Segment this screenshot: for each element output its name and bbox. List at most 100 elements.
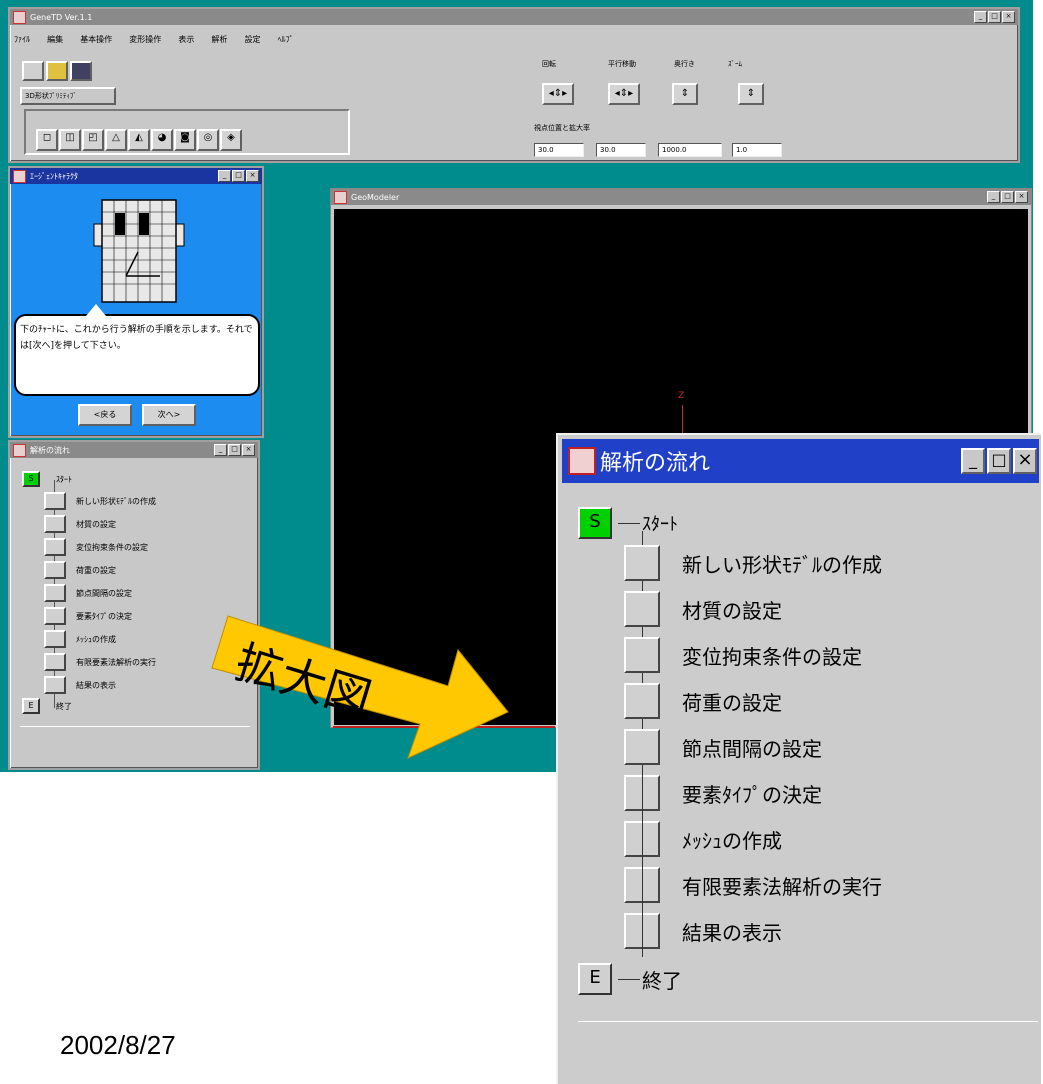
end-connector xyxy=(618,978,640,980)
maximize-icon[interactable]: □ xyxy=(228,444,241,456)
viewpoint-x-field[interactable]: 30.0 xyxy=(534,143,584,157)
viewpoint-dist-field[interactable]: 1000.0 xyxy=(658,143,722,157)
menu-transform-ops[interactable]: 変形操作 xyxy=(129,35,161,44)
cone-icon[interactable]: △ xyxy=(105,129,127,151)
agent-window-title: ｴｰｼﾞｪﾝﾄｷｬﾗｸﾀ xyxy=(30,171,78,181)
minimize-icon[interactable]: _ xyxy=(961,448,985,474)
main-window-title: GeneTD Ver.1.1 xyxy=(30,12,93,22)
menu-settings[interactable]: 設定 xyxy=(245,35,261,44)
zoom-label: ｽﾞｰﾑ xyxy=(728,60,742,68)
end-button[interactable]: E xyxy=(578,963,612,995)
app-icon xyxy=(13,443,26,457)
viewpoint-label: 視点位置と拡大率 xyxy=(534,124,590,132)
primitive-toolbar: ◻ ◫ ◰ △ ◭ ◕ ◙ ◎ ◈ xyxy=(36,125,243,151)
agent-message: 下のﾁｬｰﾄに、これから行う解析の手順を示します。それでは[次へ]を押して下さい… xyxy=(20,325,253,351)
step-label: 新しい形状ﾓﾃﾞﾙの作成 xyxy=(682,552,882,577)
tab-3d-primitive[interactable]: 3D形状ﾌﾟﾘﾐﾃｨﾌﾞ xyxy=(20,87,116,105)
zoom-rate-field[interactable]: 1.0 xyxy=(732,143,782,157)
depth-label: 奥行き xyxy=(674,60,695,68)
step-button[interactable] xyxy=(44,653,66,671)
maximize-icon[interactable]: □ xyxy=(232,170,245,182)
step-button[interactable] xyxy=(624,729,660,765)
step-button[interactable] xyxy=(624,591,660,627)
step-button[interactable] xyxy=(44,607,66,625)
divider xyxy=(578,1021,1038,1022)
step-button[interactable] xyxy=(44,561,66,579)
step-label: 結果の表示 xyxy=(76,680,116,690)
viewpoint-y-field[interactable]: 30.0 xyxy=(596,143,646,157)
end-button[interactable]: E xyxy=(22,698,40,714)
maximize-icon[interactable]: □ xyxy=(987,448,1011,474)
pyramid-icon[interactable]: ◭ xyxy=(128,129,150,151)
step-button[interactable] xyxy=(44,630,66,648)
menu-edit[interactable]: 編集 xyxy=(47,35,63,44)
torus-icon[interactable]: ◎ xyxy=(197,129,219,151)
back-button[interactable]: <戻る xyxy=(78,404,132,426)
cylinder-icon[interactable]: ◫ xyxy=(59,129,81,151)
rotate-label: 回転 xyxy=(542,60,556,68)
agent-window-titlebar[interactable]: ｴｰｼﾞｪﾝﾄｷｬﾗｸﾀ _ □ × xyxy=(10,168,262,184)
step-button[interactable] xyxy=(44,676,66,694)
close-icon[interactable]: × xyxy=(1002,11,1015,23)
flow-window-large: 解析の流れ _ □ × S ｽﾀｰﾄ 新しい形状ﾓﾃﾞﾙの作成 材質の設定 変位… xyxy=(556,433,1041,1084)
minimize-icon[interactable]: _ xyxy=(974,11,987,23)
open-folder-icon[interactable] xyxy=(46,61,68,81)
geomodeler-titlebar[interactable]: GeoModeler _ □ × xyxy=(331,189,1031,205)
minimize-icon[interactable]: _ xyxy=(214,444,227,456)
app-icon xyxy=(334,190,347,204)
close-icon[interactable]: × xyxy=(246,170,259,182)
step-label: ﾒｯｼｭの作成 xyxy=(76,634,116,644)
menu-view[interactable]: 表示 xyxy=(178,35,194,44)
agent-character-icon xyxy=(93,199,185,303)
pan-label: 平行移動 xyxy=(608,60,636,68)
menu-file[interactable]: ﾌｧｲﾙ xyxy=(14,35,30,44)
minimize-icon[interactable]: _ xyxy=(987,191,1000,203)
end-label: 終了 xyxy=(642,968,682,993)
step-button[interactable] xyxy=(624,683,660,719)
step-label: 材質の設定 xyxy=(76,519,116,529)
main-window-titlebar[interactable]: GeneTD Ver.1.1 _ □ × xyxy=(10,9,1018,25)
view-controls: 回転 平行移動 奥行き ｽﾞｰﾑ ◂⇕▸ ◂⇕▸ ⇕ ⇕ xyxy=(534,57,794,117)
agent-speech-bubble: 下のﾁｬｰﾄに、これから行う解析の手順を示します。それでは[次へ]を押して下さい… xyxy=(14,314,260,396)
step-button[interactable] xyxy=(624,545,660,581)
next-button[interactable]: 次へ> xyxy=(142,404,196,426)
pan-control[interactable]: ◂⇕▸ xyxy=(608,83,640,105)
menu-analysis[interactable]: 解析 xyxy=(211,35,227,44)
step-button[interactable] xyxy=(624,637,660,673)
sphere-icon[interactable]: ◕ xyxy=(151,129,173,151)
flow-small-title: 解析の流れ xyxy=(30,445,70,455)
flow-large-titlebar[interactable]: 解析の流れ _ □ × xyxy=(562,439,1039,483)
special-shape-icon[interactable]: ◈ xyxy=(220,129,242,151)
depth-control[interactable]: ⇕ xyxy=(672,83,698,105)
maximize-icon[interactable]: □ xyxy=(1001,191,1014,203)
maximize-icon[interactable]: □ xyxy=(988,11,1001,23)
shell-icon[interactable]: ◙ xyxy=(174,129,196,151)
flow-connector-bottom xyxy=(642,765,643,957)
flow-small-titlebar[interactable]: 解析の流れ _ □ × xyxy=(10,442,258,458)
rotate-control[interactable]: ◂⇕▸ xyxy=(542,83,574,105)
new-file-icon[interactable] xyxy=(22,61,44,81)
step-button[interactable] xyxy=(44,515,66,533)
menu-basic-ops[interactable]: 基本操作 xyxy=(80,35,112,44)
step-button[interactable] xyxy=(44,538,66,556)
step-button[interactable] xyxy=(44,584,66,602)
main-window: GeneTD Ver.1.1 _ □ × ﾌｧｲﾙ 編集 基本操作 変形操作 表… xyxy=(8,7,1020,163)
flow-app-icon xyxy=(568,447,596,475)
step-button[interactable] xyxy=(44,492,66,510)
save-icon[interactable] xyxy=(70,61,92,81)
start-button[interactable]: S xyxy=(578,507,612,539)
speech-bubble-tail xyxy=(86,304,106,316)
prism-icon[interactable]: ◰ xyxy=(82,129,104,151)
close-icon[interactable]: × xyxy=(1015,191,1028,203)
cube-icon[interactable]: ◻ xyxy=(36,129,58,151)
menu-help[interactable]: ﾍﾙﾌﾟ xyxy=(278,35,294,44)
app-icon xyxy=(13,10,26,24)
close-icon[interactable]: × xyxy=(1013,448,1037,474)
app-icon xyxy=(13,169,26,183)
zoom-control[interactable]: ⇕ xyxy=(738,83,764,105)
minimize-icon[interactable]: _ xyxy=(218,170,231,182)
start-button[interactable]: S xyxy=(22,471,40,487)
step-label: ﾒｯｼｭの作成 xyxy=(682,828,782,853)
step-label: 要素ﾀｲﾌﾟの決定 xyxy=(682,782,822,807)
close-icon[interactable]: × xyxy=(242,444,255,456)
